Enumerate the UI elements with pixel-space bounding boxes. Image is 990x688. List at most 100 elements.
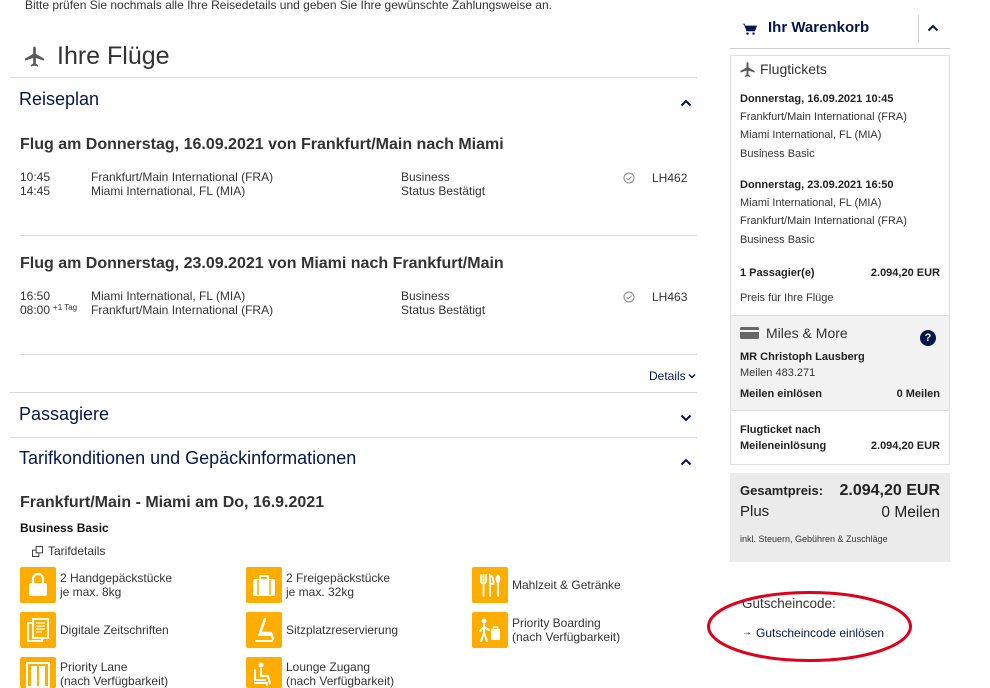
passengers-label: 1 Passagier(e) xyxy=(740,267,815,279)
chevron-up-icon[interactable] xyxy=(680,99,692,107)
help-icon[interactable]: ? xyxy=(920,330,936,346)
tax-note: inkl. Steuern, Gebühren & Zuschläge xyxy=(740,534,888,544)
departure-time: 10:45 xyxy=(20,170,51,184)
divider xyxy=(20,235,697,236)
check-circle-icon xyxy=(623,291,635,303)
hand-baggage-icon xyxy=(20,567,56,603)
amenity-label: Digitale Zeitschriften xyxy=(60,623,169,637)
header-separator xyxy=(918,15,919,43)
divider xyxy=(730,48,950,49)
segment-origin: Miami International, FL (MIA) xyxy=(740,197,882,209)
booking-status: Status Bestätigt xyxy=(401,303,486,317)
amenity-item: Digitale Zeitschriften xyxy=(60,623,169,637)
fare-route-title: Frankfurt/Main - Miami am Do, 16.9.2021 xyxy=(20,494,325,511)
amenity-label: Sitzplatzreservierung xyxy=(286,623,399,637)
amenity-sublabel: (nach Verfügbarkeit) xyxy=(286,674,395,688)
chevron-up-icon[interactable] xyxy=(927,24,939,32)
plus-miles-value: 0 Meilen xyxy=(881,504,940,521)
miles-balance: Meilen 483.271 xyxy=(740,367,816,379)
amenity-sublabel: (nach Verfügbarkeit) xyxy=(512,630,621,644)
amenity-label: Lounge Zugang xyxy=(286,660,371,674)
miles-ticket-label-line: Flugticket nach xyxy=(740,424,821,436)
day-offset-badge: +1 Tag xyxy=(53,303,78,312)
divider xyxy=(10,392,697,393)
flight-times: 10:45 14:45 xyxy=(20,170,50,198)
checked-baggage-icon xyxy=(246,567,282,603)
amenity-item: Lounge Zugang (nach Verfügbarkeit) xyxy=(286,660,394,688)
airplane-icon xyxy=(740,62,755,77)
flight-cabin-status: Business Status Bestätigt xyxy=(401,170,485,198)
destination-airport: Miami International, FL (MIA) xyxy=(91,184,246,198)
fare-details-link[interactable]: Tarifdetails xyxy=(48,544,105,558)
segment-destination: Miami International, FL (MIA) xyxy=(740,129,882,141)
segment-destination: Frankfurt/Main International (FRA) xyxy=(740,215,907,227)
redeem-miles-value: 0 Meilen xyxy=(896,388,940,400)
divider xyxy=(10,437,697,438)
flight-airports: Frankfurt/Main International (FRA) Miami… xyxy=(91,170,273,198)
credit-card-icon xyxy=(740,327,759,339)
amenity-label: Priority Boarding xyxy=(512,616,601,630)
cart-title[interactable]: Ihr Warenkorb xyxy=(768,19,869,37)
miles-ticket-price: 2.094,20 EUR xyxy=(870,440,940,452)
magazine-icon xyxy=(20,612,56,648)
cabin-class: Business xyxy=(401,170,450,184)
arrival-time: 08:00 xyxy=(20,303,51,317)
amenity-sublabel: je max. 32kg xyxy=(286,585,355,599)
section-title-fare-conditions[interactable]: Tarifkonditionen und Gepäckinformationen xyxy=(19,447,356,469)
plus-label: Plus xyxy=(740,503,770,520)
passengers-price: 2.094,20 EUR xyxy=(870,267,940,279)
booking-review-page: Bitte prüfen Sie nochmals alle Ihre Reis… xyxy=(0,0,990,688)
tickets-heading: Flugtickets xyxy=(760,61,827,77)
page-title: Ihre Flüge xyxy=(57,42,170,70)
section-title-itinerary[interactable]: Reiseplan xyxy=(19,88,99,110)
amenity-label: 2 Handgepäckstücke xyxy=(60,571,173,585)
amenity-label: Priority Lane xyxy=(60,660,128,674)
amenity-item: 2 Handgepäckstücke je max. 8kg xyxy=(60,571,172,599)
priority-boarding-icon xyxy=(472,612,508,648)
chevron-down-icon[interactable] xyxy=(680,414,692,422)
destination-airport: Frankfurt/Main International (FRA) xyxy=(91,303,274,317)
redeem-miles-label: Meilen einlösen xyxy=(740,388,822,400)
departure-time: 16:50 xyxy=(20,289,51,303)
amenity-sublabel: je max. 8kg xyxy=(60,585,122,599)
details-link[interactable]: Details xyxy=(649,369,686,383)
external-window-icon[interactable] xyxy=(32,546,43,557)
arrival-time-row: 08:00 +1 Tag xyxy=(20,303,77,319)
divider xyxy=(10,77,697,78)
flight-times: 16:50 08:00 +1 Tag xyxy=(20,289,77,319)
flight-number: LH462 xyxy=(652,171,688,185)
segment-fare: Business Basic xyxy=(740,148,815,160)
total-price: 2.094,20 EUR xyxy=(839,482,940,499)
chevron-down-icon[interactable] xyxy=(688,373,696,379)
member-name: MR Christoph Lausberg xyxy=(740,351,865,363)
cabin-class: Business xyxy=(401,289,450,303)
flight-airports: Miami International, FL (MIA) Frankfurt/… xyxy=(91,289,273,317)
segment-datetime: Donnerstag, 16.09.2021 10:45 xyxy=(740,93,894,105)
segment-origin: Frankfurt/Main International (FRA) xyxy=(740,111,907,123)
divider xyxy=(20,354,697,355)
cart-icon xyxy=(742,23,757,35)
amenity-label: Mahlzeit & Getränke xyxy=(512,578,621,592)
miles-ticket-label: Flugticket nach Meileneinlösung xyxy=(740,422,826,454)
priority-lane-icon xyxy=(20,657,56,688)
total-label: Gesamtpreis: xyxy=(740,483,824,498)
flight-number: LH463 xyxy=(652,290,688,304)
booking-status: Status Bestätigt xyxy=(401,184,486,198)
segment-datetime: Donnerstag, 23.09.2021 16:50 xyxy=(740,179,894,191)
amenity-item: 2 Freigepäckstücke je max. 32kg xyxy=(286,571,390,599)
flight-title: Flug am Donnerstag, 23.09.2021 von Miami… xyxy=(20,255,504,272)
section-title-passengers[interactable]: Passagiere xyxy=(19,403,109,425)
meal-icon xyxy=(472,567,508,603)
arrival-time: 14:45 xyxy=(20,184,51,198)
amenity-item: Mahlzeit & Getränke xyxy=(512,578,621,592)
amenity-item: Priority Boarding (nach Verfügbarkeit) xyxy=(512,616,620,644)
amenity-sublabel: (nach Verfügbarkeit) xyxy=(60,674,169,688)
chevron-up-icon[interactable] xyxy=(680,458,692,466)
amenity-label: 2 Freigepäckstücke xyxy=(286,571,391,585)
airplane-icon xyxy=(24,46,45,67)
amenity-item: Priority Lane (nach Verfügbarkeit) xyxy=(60,660,168,688)
flight-title: Flug am Donnerstag, 16.09.2021 von Frank… xyxy=(20,136,504,153)
highlight-ellipse xyxy=(707,591,912,662)
origin-airport: Frankfurt/Main International (FRA) xyxy=(91,170,274,184)
instruction-text: Bitte prüfen Sie nochmals alle Ihre Reis… xyxy=(25,0,552,12)
